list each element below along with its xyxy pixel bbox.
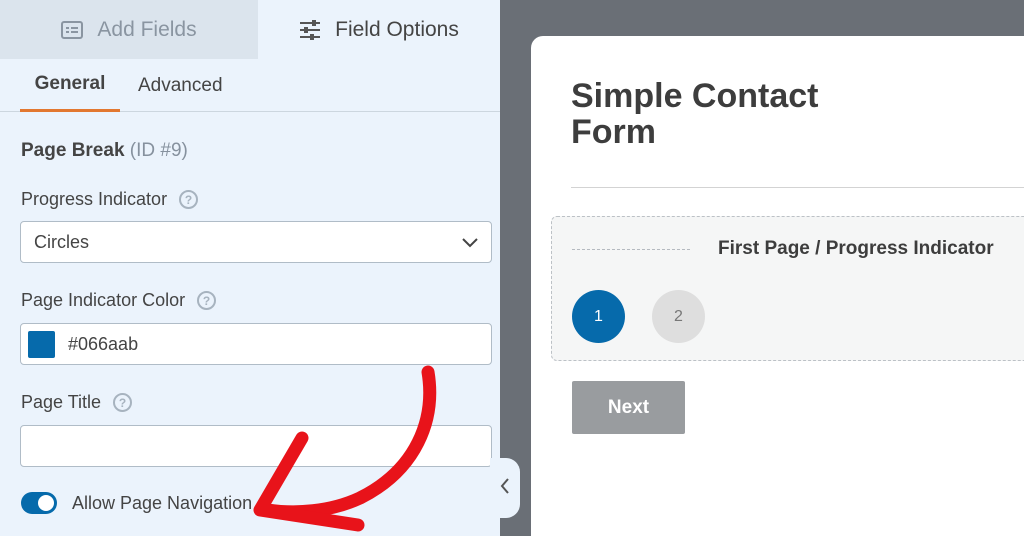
page-indicator-color-field[interactable]: #066aab (20, 323, 492, 365)
list-icon (61, 20, 84, 39)
color-swatch[interactable] (28, 330, 55, 358)
tab-field-options-label: Field Options (335, 17, 459, 41)
progress-indicator-label-row: Progress Indicator ? (21, 189, 199, 210)
next-button[interactable]: Next (572, 381, 685, 434)
page-break-field-preview[interactable]: First Page / Progress Indicator 1 2 (551, 216, 1024, 361)
page-title-input[interactable] (20, 425, 492, 467)
tab-add-fields[interactable]: Add Fields (0, 0, 258, 59)
progress-step-2: 2 (652, 290, 705, 343)
sliders-icon (299, 19, 321, 40)
chevron-left-icon (500, 477, 510, 499)
progress-indicator-value: Circles (34, 231, 90, 252)
field-id: (ID #9) (129, 140, 188, 161)
progress-step-1: 1 (572, 290, 625, 343)
tab-field-options[interactable]: Field Options (258, 0, 500, 59)
progress-indicator-label: Progress Indicator (21, 189, 168, 209)
divider (572, 249, 690, 250)
chevron-down-icon (462, 232, 478, 253)
tab-advanced[interactable]: Advanced (138, 59, 223, 112)
page-title-label-row: Page Title ? (21, 392, 133, 413)
progress-indicator-select[interactable]: Circles (20, 221, 492, 263)
help-icon[interactable]: ? (179, 190, 199, 209)
toggle-knob (38, 495, 54, 511)
tab-add-fields-label: Add Fields (97, 17, 197, 41)
panel-top-tabs: Add Fields Field Options (0, 0, 500, 59)
allow-page-navigation-label: Allow Page Navigation (72, 492, 253, 513)
collapse-panel-button[interactable] (490, 458, 520, 518)
tab-general[interactable]: General (20, 59, 120, 112)
options-sub-tabs: General Advanced (0, 59, 500, 112)
page-break-label: First Page / Progress Indicator (718, 238, 994, 259)
page-indicator-color-value: #066aab (68, 333, 139, 354)
allow-page-navigation-row: Allow Page Navigation (21, 492, 252, 514)
allow-page-navigation-toggle[interactable] (21, 492, 57, 514)
field-type-name: Page Break (21, 140, 125, 161)
page-indicator-color-label-row: Page Indicator Color ? (21, 290, 217, 311)
help-icon[interactable]: ? (113, 393, 133, 412)
form-title: Simple Contact Form (571, 77, 819, 151)
divider (571, 187, 1024, 188)
help-icon[interactable]: ? (197, 291, 217, 310)
page-indicator-color-label: Page Indicator Color (21, 290, 186, 310)
field-options-panel: Add Fields Field Options General Advance… (0, 0, 500, 536)
page-title-label: Page Title (21, 392, 102, 412)
form-preview: Simple Contact Form First Page / Progres… (531, 36, 1024, 536)
field-heading: Page Break (ID #9) (21, 140, 188, 162)
